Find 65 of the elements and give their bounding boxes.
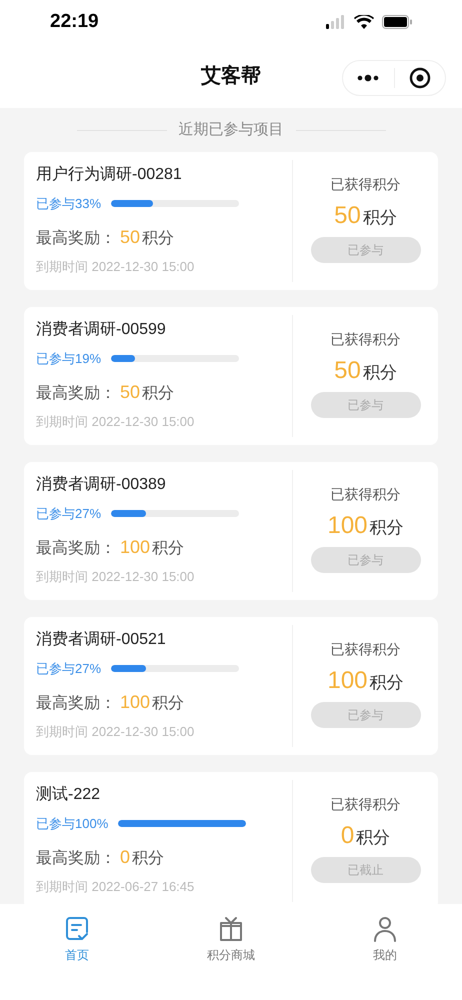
earned-value: 50 bbox=[334, 356, 361, 386]
due-time: 到期时间 2022-12-30 15:00 bbox=[36, 412, 196, 430]
reward-value: 0 bbox=[120, 846, 130, 868]
reward-unit: 积分 bbox=[142, 384, 174, 404]
earned-unit: 积分 bbox=[370, 672, 404, 694]
capsule-menu[interactable] bbox=[342, 60, 446, 96]
project-title: 消费者调研-00389 bbox=[36, 474, 167, 495]
reward-unit: 积分 bbox=[142, 228, 174, 248]
earned-label: 已获得积分 bbox=[330, 330, 400, 349]
earned-label: 已获得积分 bbox=[330, 485, 400, 504]
project-card[interactable]: 消费者调研-00521 已参与27% 最高奖励： 100积分 到期时间 2022-12-30 15:00 已获得积分 100积分 已参与 bbox=[24, 617, 438, 755]
reward-label: 最高奖励： bbox=[36, 538, 116, 558]
document-check-icon bbox=[65, 916, 89, 942]
reward-value: 50 bbox=[120, 380, 140, 404]
battery-icon bbox=[382, 15, 412, 29]
reward-label: 最高奖励： bbox=[36, 694, 116, 714]
earned-unit: 积分 bbox=[356, 827, 390, 849]
reward-label: 最高奖励： bbox=[36, 384, 116, 404]
reward-unit: 积分 bbox=[132, 848, 164, 868]
reward-label: 最高奖励： bbox=[36, 848, 116, 868]
reward-value: 50 bbox=[120, 226, 140, 248]
reward-unit: 积分 bbox=[152, 694, 184, 714]
signal-icon bbox=[326, 15, 346, 29]
earned-unit: 积分 bbox=[370, 517, 404, 539]
project-title: 消费者调研-00599 bbox=[36, 320, 167, 340]
earned-unit: 积分 bbox=[362, 207, 397, 229]
project-card[interactable]: 测试-222 已参与100% 最高奖励： 0积分 到期时间 2022-06-27 16:45 已获得积分 0积分 已截止 bbox=[24, 772, 438, 904]
earned-value: 50 bbox=[334, 201, 361, 231]
user-icon bbox=[372, 916, 398, 942]
progress-label: 已参与27% bbox=[36, 505, 102, 523]
project-title: 测试-222 bbox=[36, 784, 102, 805]
project-title: 消费者调研-00521 bbox=[36, 630, 167, 650]
reward-unit: 积分 bbox=[152, 538, 184, 558]
tab-bar-item[interactable]: 首页 bbox=[0, 916, 154, 966]
due-time: 到期时间 2022-06-27 16:45 bbox=[36, 878, 196, 896]
project-card[interactable]: 消费者调研-00599 已参与19% 最高奖励： 50积分 到期时间 2022-12-30 15:00 已获得积分 50积分 已参与 bbox=[24, 307, 438, 445]
earned-value: 100 bbox=[327, 511, 368, 541]
project-card[interactable]: 消费者调研-00389 已参与27% 最高奖励： 100积分 到期时间 2022-12-30 15:00 已获得积分 100积分 已参与 bbox=[24, 462, 438, 600]
more-icon[interactable] bbox=[357, 74, 380, 82]
project-title: 用户行为调研-00281 bbox=[36, 164, 183, 185]
wifi-icon bbox=[354, 15, 374, 29]
reward-label: 最高奖励： bbox=[36, 228, 116, 248]
gift-icon bbox=[218, 916, 244, 942]
project-card[interactable]: 用户行为调研-00281 已参与33% 最高奖励： 50积分 到期时间 2022-12-30 15:00 已获得积分 50积分 已参与 bbox=[24, 152, 438, 290]
due-time: 到期时间 2022-12-30 15:00 bbox=[36, 722, 196, 740]
tab-bar-item[interactable]: 我的 bbox=[308, 916, 462, 966]
progress-label: 已参与27% bbox=[36, 660, 102, 678]
earned-unit: 积分 bbox=[362, 362, 397, 384]
earned-label: 已获得积分 bbox=[330, 175, 400, 194]
status-time: 22:19 bbox=[50, 10, 99, 34]
progress-label: 已参与19% bbox=[36, 350, 102, 368]
page-title: 艾客帮 bbox=[201, 64, 261, 89]
earned-label: 已获得积分 bbox=[330, 640, 400, 659]
tab-bar-item[interactable]: 积分商城 bbox=[154, 916, 308, 966]
earned-value: 100 bbox=[327, 666, 368, 696]
due-time: 到期时间 2022-12-30 15:00 bbox=[36, 258, 196, 276]
progress-label: 已参与100% bbox=[36, 815, 108, 833]
earned-value: 0 bbox=[340, 821, 354, 851]
reward-value: 100 bbox=[120, 690, 150, 714]
progress-label: 已参与33% bbox=[36, 195, 102, 213]
reward-value: 100 bbox=[120, 536, 150, 558]
due-time: 到期时间 2022-12-30 15:00 bbox=[36, 568, 196, 586]
close-target-icon[interactable] bbox=[408, 67, 431, 89]
earned-label: 已获得积分 bbox=[330, 795, 400, 814]
section-title: 近期已参与项目 bbox=[178, 120, 284, 140]
